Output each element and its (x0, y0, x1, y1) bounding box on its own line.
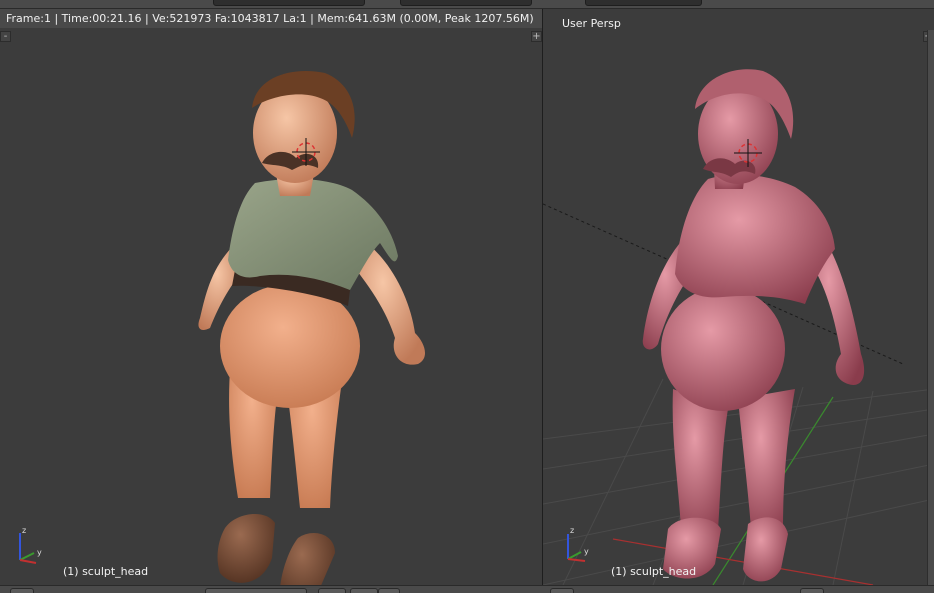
svg-text:y: y (584, 547, 589, 556)
belly (220, 284, 360, 408)
pivot-button[interactable] (350, 588, 378, 593)
top-menu-bar (0, 0, 934, 9)
axis-gizmo-icon: z y (567, 526, 589, 562)
svg-text:z: z (22, 526, 26, 535)
left-sculpt-render: z y (19, 71, 426, 585)
viewport-option-button[interactable] (800, 588, 824, 593)
active-object-label: (1) sculpt_head (63, 565, 149, 578)
layer-button[interactable] (378, 588, 400, 593)
screen-layout-selector[interactable] (213, 0, 365, 6)
render-engine-selector[interactable] (585, 0, 702, 6)
scene-selector[interactable] (400, 0, 532, 6)
scene-stats-text: Frame:1 | Time:00:21.16 | Ve:521973 Fa:1… (6, 12, 534, 25)
x-axis-line (612, 538, 874, 585)
editor-type-button[interactable] (550, 588, 574, 593)
info-bar: Frame:1 | Time:00:21.16 | Ve:521973 Fa:1… (0, 9, 542, 29)
active-object-label: (1) sculpt_head (611, 565, 697, 578)
svg-text:y: y (37, 548, 42, 557)
viewport-left[interactable]: - + z y (1) sculpt_head (0, 28, 542, 585)
svg-text:z: z (570, 526, 574, 535)
viewport-right[interactable]: + User Persp (543, 9, 934, 585)
floor-grid (543, 378, 934, 585)
shading-button[interactable] (318, 588, 346, 593)
left-shoe (217, 513, 275, 583)
editor-type-button[interactable] (10, 588, 34, 593)
toolshelf-edge[interactable] (927, 30, 934, 585)
mode-selector[interactable] (205, 588, 307, 593)
right-sculpt-render: z y (543, 69, 934, 585)
axis-gizmo-icon: z y (19, 526, 42, 564)
right-shoe (280, 533, 335, 585)
